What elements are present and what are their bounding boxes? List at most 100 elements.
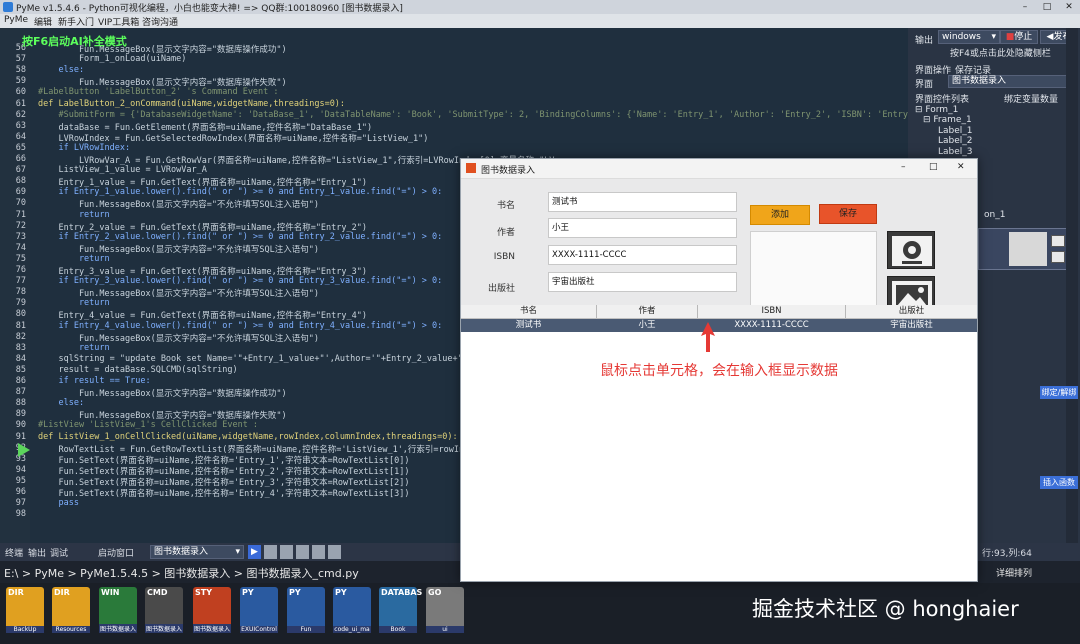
menu-item-edit[interactable]: 编辑 bbox=[34, 15, 52, 28]
launch-window-label: 启动窗口 bbox=[98, 549, 135, 559]
line-number: 87 bbox=[15, 387, 26, 398]
stop-button[interactable]: ■停止 bbox=[1000, 30, 1038, 44]
table-row[interactable]: 测试书 小王 XXXX-1111-CCCC 宇宙出版社 bbox=[461, 319, 977, 332]
dialog-minimize-button[interactable]: – bbox=[901, 162, 906, 172]
file-icon[interactable]: DIR Resources bbox=[52, 587, 90, 633]
code-line[interactable]: def LabelButton_2_onCommand(uiName,widge… bbox=[38, 99, 345, 109]
code-line[interactable]: result = dataBase.SQLCMD(sqlString) bbox=[38, 365, 237, 375]
code-line[interactable]: if result == True: bbox=[38, 376, 150, 386]
dialog-maximize-button[interactable]: □ bbox=[929, 162, 938, 172]
comment-icon[interactable] bbox=[328, 545, 341, 559]
code-line[interactable]: Form_1_onLoad(uiName) bbox=[38, 54, 186, 64]
code-line[interactable]: if Entry_3_value.lower().find(" or ") >=… bbox=[38, 276, 442, 286]
run-button[interactable]: ▶ bbox=[248, 545, 261, 559]
align-left-icon[interactable] bbox=[264, 545, 277, 559]
line-number: 68 bbox=[15, 176, 26, 187]
insert-function-button[interactable]: 插入函数 bbox=[1040, 476, 1078, 489]
code-line[interactable]: def ListView_1_onCellClicked(uiName,widg… bbox=[38, 432, 458, 442]
tree-item-label-2[interactable]: Label_2 bbox=[938, 136, 973, 146]
column-header-title[interactable]: 书名 bbox=[461, 305, 597, 318]
file-icon[interactable]: PY Fun bbox=[287, 587, 325, 633]
table-cell[interactable]: 小王 bbox=[597, 319, 698, 332]
entry-author[interactable]: 小王 bbox=[548, 218, 737, 238]
sort-detail-label[interactable]: 详细排列 bbox=[996, 566, 1032, 579]
file-type-label: DATABAS bbox=[381, 588, 423, 597]
line-number: 76 bbox=[15, 265, 26, 275]
menu-item-vip[interactable]: VIP工具箱 bbox=[98, 15, 139, 28]
launch-window-select[interactable]: 图书数据录入 ▾ bbox=[150, 545, 244, 559]
tab-debug[interactable]: 调试 bbox=[50, 546, 68, 559]
close-button[interactable]: ✕ bbox=[1058, 0, 1080, 14]
file-name-label: 图书数据录入 bbox=[145, 624, 183, 633]
file-icon[interactable]: STY 图书数据录入 bbox=[193, 587, 231, 633]
code-line[interactable]: if Entry_1_value.lower().find(" or ") >=… bbox=[38, 187, 442, 197]
code-line[interactable]: else: bbox=[38, 65, 84, 75]
outdent-icon[interactable] bbox=[312, 545, 325, 559]
side-panel-scrollbar[interactable] bbox=[1066, 28, 1078, 543]
save-button[interactable]: 保存 bbox=[819, 204, 877, 224]
hide-sidebar-hint[interactable]: 按F4或点击此处隐藏侧栏 bbox=[950, 46, 1051, 59]
file-icon[interactable]: WIN 图书数据录入 bbox=[99, 587, 137, 633]
file-icon[interactable]: CMD 图书数据录入 bbox=[145, 587, 183, 633]
code-line[interactable]: return bbox=[38, 343, 110, 353]
indent-icon[interactable] bbox=[296, 545, 309, 559]
line-number: 69 bbox=[15, 187, 26, 198]
label-author: 作者 bbox=[496, 228, 515, 238]
dialog-titlebar: 图书数据录入 – □ ✕ bbox=[461, 159, 977, 179]
align-right-icon[interactable] bbox=[280, 545, 293, 559]
code-line[interactable]: if Entry_2_value.lower().find(" or ") >=… bbox=[38, 232, 442, 242]
code-line[interactable]: return bbox=[38, 254, 110, 264]
code-line[interactable]: ListView_1_value = LVRowVar_A bbox=[38, 165, 206, 175]
table-cell[interactable]: 宇宙出版社 bbox=[846, 319, 977, 332]
table-cell[interactable]: XXXX-1111-CCCC bbox=[698, 319, 846, 332]
menu-item-pyme[interactable]: PyMe bbox=[4, 15, 28, 25]
tree-item-form-1[interactable]: ⊟ Form_1 bbox=[915, 105, 958, 115]
menu-item-beginner[interactable]: 新手入门 bbox=[58, 15, 94, 28]
code-line[interactable]: pass bbox=[38, 498, 78, 508]
entry-title[interactable]: 测试书 bbox=[548, 192, 737, 212]
dialog-close-button[interactable]: ✕ bbox=[957, 162, 965, 172]
code-line[interactable]: return bbox=[38, 298, 110, 308]
file-type-label: PY bbox=[242, 588, 254, 597]
entry-isbn[interactable]: XXXX-1111-CCCC bbox=[548, 245, 737, 265]
line-number: 71 bbox=[15, 209, 26, 220]
code-line[interactable]: if LVRowIndex: bbox=[38, 143, 130, 153]
ui-preview-thumbnail[interactable] bbox=[978, 228, 1078, 270]
minimize-button[interactable]: – bbox=[1014, 0, 1036, 14]
label-isbn: ISBN bbox=[493, 252, 515, 262]
tree-item-label-1[interactable]: Label_1 bbox=[938, 126, 973, 136]
chevron-down-icon: ▾ bbox=[991, 32, 996, 42]
tree-item-button-1[interactable]: on_1 bbox=[984, 210, 1005, 220]
menu-item-consult[interactable]: 咨询沟通 bbox=[142, 15, 178, 28]
camera-button[interactable] bbox=[887, 231, 935, 269]
platform-select[interactable]: windows ▾ bbox=[938, 30, 1000, 44]
column-header-author[interactable]: 作者 bbox=[597, 305, 698, 318]
stop-icon: ■ bbox=[1005, 32, 1015, 42]
entry-publisher[interactable]: 宇宙出版社 bbox=[548, 272, 737, 292]
tab-terminal[interactable]: 终端 bbox=[5, 546, 23, 559]
file-icon[interactable]: DIR BackUp bbox=[6, 587, 44, 633]
column-header-publisher[interactable]: 出版社 bbox=[846, 305, 977, 318]
add-button[interactable]: 添加 bbox=[750, 205, 810, 225]
code-line[interactable]: #ListView 'ListView_1's CellClicked Even… bbox=[38, 420, 258, 430]
tab-output[interactable]: 输出 bbox=[28, 546, 46, 559]
code-line[interactable]: else: bbox=[38, 398, 84, 408]
tree-item-frame-1[interactable]: ⊟ Frame_1 bbox=[923, 115, 972, 125]
file-icon[interactable]: DATABAS Book bbox=[379, 587, 422, 633]
ui-select[interactable]: 图书数据录入 bbox=[948, 75, 1074, 88]
code-line[interactable]: if Entry_4_value.lower().find(" or ") >=… bbox=[38, 321, 442, 331]
code-line[interactable]: #LabelButton 'LabelButton_2' 's Command … bbox=[38, 87, 279, 97]
preview-camera-icon bbox=[1051, 235, 1065, 247]
file-icon[interactable]: PY EXUIControl bbox=[240, 587, 278, 633]
file-icon[interactable]: GO ui bbox=[426, 587, 464, 633]
widget-list-label: 界面控件列表 bbox=[915, 95, 970, 105]
maximize-button[interactable]: □ bbox=[1036, 0, 1058, 14]
file-icon[interactable]: PY code_ui_ma bbox=[333, 587, 371, 633]
code-line[interactable]: return bbox=[38, 210, 110, 220]
file-type-label: DIR bbox=[8, 588, 24, 597]
column-header-isbn[interactable]: ISBN bbox=[698, 305, 846, 318]
bind-unbind-button[interactable]: 绑定/解绑 bbox=[1040, 386, 1078, 399]
table-cell[interactable]: 测试书 bbox=[461, 319, 597, 332]
code-line[interactable]: Fun.SetText(界面名称=uiName,控件名称='Entry_4',字… bbox=[38, 487, 409, 499]
tree-item-label-3[interactable]: Label_3 bbox=[938, 147, 973, 157]
